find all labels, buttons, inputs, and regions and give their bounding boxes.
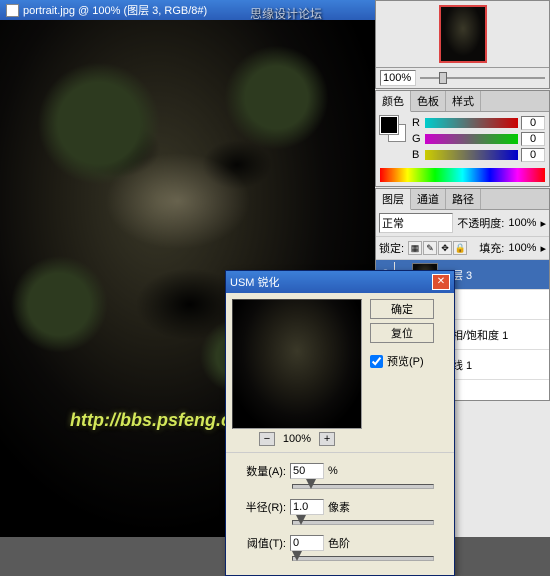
dialog-title-text: USM 锐化 xyxy=(230,274,432,290)
b-label: B xyxy=(412,149,422,161)
dialog-titlebar[interactable]: USM 锐化 ✕ xyxy=(226,271,454,293)
document-title-text: portrait.jpg @ 100% (图层 3, RGB/8#) xyxy=(23,2,207,18)
lock-position-icon[interactable]: ✥ xyxy=(438,241,452,255)
g-value[interactable]: 0 xyxy=(521,132,545,146)
r-value[interactable]: 0 xyxy=(521,116,545,130)
dropdown-icon[interactable]: ▸ xyxy=(540,217,546,230)
threshold-slider[interactable] xyxy=(292,551,434,565)
reset-button[interactable]: 复位 xyxy=(370,323,434,343)
color-panel: 颜色 色板 样式 R 0 G 0 B 0 xyxy=(375,90,550,187)
g-label: G xyxy=(412,133,422,145)
watermark-url: http://bbs.psfeng.cn/ xyxy=(70,410,247,431)
navigator-preview[interactable] xyxy=(439,5,487,63)
preview-checkbox[interactable] xyxy=(370,355,383,368)
b-value[interactable]: 0 xyxy=(521,148,545,162)
filter-preview[interactable] xyxy=(232,299,362,429)
zoom-value: 100% xyxy=(283,433,311,445)
navigator-zoom-field[interactable]: 100% xyxy=(380,70,416,86)
lock-paint-icon[interactable]: ✎ xyxy=(423,241,437,255)
tab-styles[interactable]: 样式 xyxy=(446,91,481,111)
color-swatch[interactable] xyxy=(380,116,406,142)
layer-name[interactable]: 图层 3 xyxy=(441,267,548,283)
radius-unit: 像素 xyxy=(328,499,354,515)
tab-paths[interactable]: 路径 xyxy=(446,189,481,209)
b-slider[interactable] xyxy=(425,150,518,160)
tab-channels[interactable]: 通道 xyxy=(411,189,446,209)
blend-mode-select[interactable]: 正常 xyxy=(379,213,453,233)
layer-name[interactable]: 曲线 1 xyxy=(441,357,548,373)
r-slider[interactable] xyxy=(425,118,518,128)
tab-layers[interactable]: 图层 xyxy=(376,189,411,210)
usm-sharpen-dialog: USM 锐化 ✕ − 100% + 确定 复位 预览(P) 数量(A): % xyxy=(225,270,455,576)
amount-slider[interactable] xyxy=(292,479,434,493)
dropdown-icon[interactable]: ▸ xyxy=(540,242,546,255)
document-titlebar[interactable]: portrait.jpg @ 100% (图层 3, RGB/8#) xyxy=(0,0,395,20)
close-button[interactable]: ✕ xyxy=(432,274,450,290)
threshold-label: 阈值(T): xyxy=(236,535,286,551)
color-spectrum[interactable] xyxy=(380,168,545,182)
lock-label: 锁定: xyxy=(379,240,404,256)
threshold-input[interactable] xyxy=(290,535,324,551)
layer-name[interactable]: 色相/饱和度 1 xyxy=(441,327,548,343)
radius-label: 半径(R): xyxy=(236,499,286,515)
watermark-forum: 思缘设计论坛 xyxy=(250,5,322,22)
threshold-unit: 色阶 xyxy=(328,535,354,551)
radius-slider[interactable] xyxy=(292,515,434,529)
document-icon xyxy=(6,4,19,17)
tab-color[interactable]: 颜色 xyxy=(376,91,411,112)
preview-label: 预览(P) xyxy=(387,353,424,369)
fill-label: 填充: xyxy=(479,240,504,256)
navigator-panel: 100% xyxy=(375,0,550,89)
zoom-in-button[interactable]: + xyxy=(319,432,335,446)
amount-unit: % xyxy=(328,465,354,477)
foreground-color-swatch[interactable] xyxy=(380,116,398,134)
tab-swatches[interactable]: 色板 xyxy=(411,91,446,111)
radius-input[interactable] xyxy=(290,499,324,515)
opacity-value[interactable]: 100% xyxy=(508,217,536,229)
fill-value[interactable]: 100% xyxy=(508,242,536,254)
opacity-label: 不透明度: xyxy=(457,215,504,231)
ok-button[interactable]: 确定 xyxy=(370,299,434,319)
r-label: R xyxy=(412,117,422,129)
zoom-out-button[interactable]: − xyxy=(259,432,275,446)
amount-label: 数量(A): xyxy=(236,463,286,479)
g-slider[interactable] xyxy=(425,134,518,144)
lock-all-icon[interactable]: 🔒 xyxy=(453,241,467,255)
amount-input[interactable] xyxy=(290,463,324,479)
lock-transparency-icon[interactable]: ▦ xyxy=(408,241,422,255)
navigator-zoom-slider[interactable] xyxy=(420,73,545,83)
